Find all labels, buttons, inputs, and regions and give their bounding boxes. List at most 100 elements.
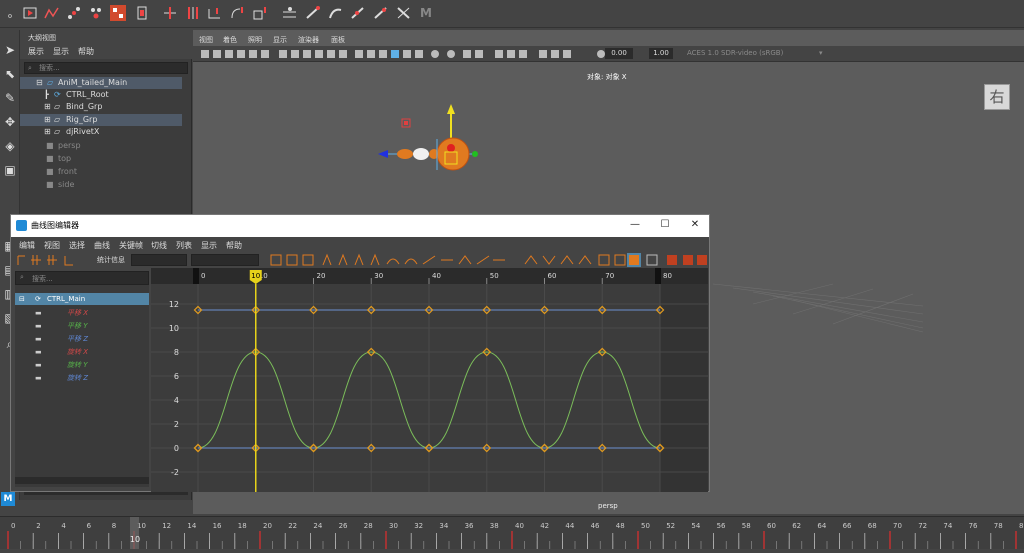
outliner-menu-help[interactable]: 帮助 <box>78 46 94 57</box>
timeline-tick-label: 20 <box>263 522 272 530</box>
y-tick-label: 10 <box>169 324 179 333</box>
ge-menu-view[interactable]: 视图 <box>44 240 60 251</box>
expand-icon[interactable]: ⊟ <box>36 77 43 89</box>
graph-editor-title: 曲线图编辑器 <box>31 221 79 230</box>
outliner-item-label: top <box>58 154 72 163</box>
ge-channel-item[interactable]: ▬ 旋转 X <box>15 346 149 358</box>
expand-icon[interactable]: ⊞ <box>44 114 51 126</box>
outliner-menu-show[interactable]: 展示 <box>28 46 44 57</box>
shelf-toolbar: ⚬ M <box>0 0 1024 28</box>
ge-menu-list[interactable]: 列表 <box>176 240 192 251</box>
outliner-item[interactable]: ■ front <box>20 166 182 178</box>
motion-trail-icon[interactable] <box>44 5 60 21</box>
grid-keys-icon[interactable] <box>110 5 126 21</box>
ge-menu-show[interactable]: 显示 <box>201 240 217 251</box>
wrench-icon[interactable] <box>396 5 412 21</box>
playblast-icon[interactable] <box>22 5 38 21</box>
rivet-icon[interactable] <box>328 5 344 21</box>
maximize-icon[interactable]: ☐ <box>657 219 673 230</box>
ge-menu-tangents[interactable]: 切线 <box>151 240 167 251</box>
ge-channel-label: 平移 X <box>67 309 89 317</box>
ge-channel-item[interactable]: ▬ 平移 Z <box>15 333 149 345</box>
insert-key-icon[interactable] <box>185 5 201 21</box>
outliner-item-label: djRivetX <box>66 127 100 136</box>
dynamics-icon[interactable] <box>373 5 389 21</box>
paint-select-icon[interactable]: ✎ <box>2 90 18 106</box>
range-marker[interactable] <box>655 268 661 284</box>
outliner-item[interactable]: ┣ ⟳ CTRL_Root <box>20 89 182 101</box>
viewcube[interactable]: 右 <box>984 84 1010 110</box>
outliner-search-input[interactable]: 搜索... <box>24 62 188 74</box>
graph-editor-titlebar[interactable]: 曲线图编辑器 — ☐ ✕ <box>11 215 709 237</box>
timeline-tick-label: 14 <box>187 522 196 530</box>
ge-menu-curves[interactable]: 曲线 <box>94 240 110 251</box>
expand-icon[interactable]: ⊞ <box>44 126 51 138</box>
ge-menu-select[interactable]: 选择 <box>69 240 85 251</box>
collapse-icon[interactable]: ⊟ <box>19 293 25 305</box>
timeline-tick-label: 0 <box>11 522 15 530</box>
bake-icon[interactable] <box>134 5 150 21</box>
tree-line-icon: ┣ <box>44 90 49 99</box>
outliner-item[interactable]: ⊞ ▱ djRivetX <box>20 126 182 138</box>
graph-canvas[interactable]: 121086420-20 10 20 30 40 50 60 70 8010 <box>151 268 708 492</box>
ghost-icon[interactable] <box>88 5 104 21</box>
mash-logo-icon[interactable]: M <box>418 5 434 21</box>
outliner-item[interactable]: ■ top <box>20 153 182 165</box>
timeline-tick-label: 24 <box>313 522 322 530</box>
timeline-current-frame: 10 <box>130 535 140 544</box>
ge-channel-item[interactable]: ▬ 旋转 Z <box>15 372 149 384</box>
timeline-playhead[interactable] <box>130 517 139 549</box>
ge-key-tools-icons[interactable] <box>15 252 95 268</box>
outliner-menu-display[interactable]: 显示 <box>53 46 69 57</box>
timeline-tick-label: 80 <box>1019 522 1024 530</box>
outliner-item[interactable]: ■ side <box>20 179 182 191</box>
group-icon: ▱ <box>54 127 61 136</box>
outliner-tab[interactable]: 大纲视图 <box>28 33 56 43</box>
time-slider-canvas[interactable]: 0 2 4 6 8 10 12 14 16 18 20 22 24 26 28 30 32 34 36 38 40 42 4… <box>0 517 1024 549</box>
outliner-item[interactable]: ⊟ ▱ AniM_tailed_Main <box>20 77 182 89</box>
move-tool-icon[interactable]: ✥ <box>2 114 18 130</box>
ge-search-input[interactable]: ⌕ 搜索... <box>15 271 149 285</box>
close-icon[interactable]: ✕ <box>687 219 703 230</box>
ge-menu-help[interactable]: 帮助 <box>226 240 242 251</box>
outliner-item[interactable]: ⊞ ▱ Rig_Grp <box>20 114 182 126</box>
ge-outliner-scrollbar[interactable] <box>15 477 149 484</box>
snap-points-icon[interactable] <box>66 5 82 21</box>
expand-icon[interactable]: ⊞ <box>44 101 51 113</box>
ge-channel-item[interactable]: ▬ 平移 Y <box>15 320 149 332</box>
ge-channel-item[interactable]: ▬ 平移 X <box>15 307 149 319</box>
graph-area[interactable]: 12 10 8 6 4 2 0 -2 0 10 20 30 40 50 60 70 80 10 <box>151 268 708 492</box>
ge-channel-label: 平移 Y <box>67 322 88 330</box>
outliner-menubar: 展示 显示 帮助 <box>20 44 192 59</box>
ge-channel-item[interactable]: ▬ 旋转 Y <box>15 359 149 371</box>
range-marker[interactable] <box>193 268 199 284</box>
timeline-tick-label: 70 <box>893 522 902 530</box>
ik-handle-icon[interactable] <box>282 5 298 21</box>
timeline-tick-label: 34 <box>439 522 448 530</box>
camera-icon: ■ <box>46 154 54 163</box>
ge-menu-edit[interactable]: 编辑 <box>19 240 35 251</box>
link-icon[interactable] <box>350 5 366 21</box>
parent-constraint-icon[interactable] <box>230 5 246 21</box>
select-tool-icon[interactable]: ➤ <box>2 42 18 58</box>
time-slider[interactable]: 0 2 4 6 8 10 12 14 16 18 20 22 24 26 28 30 32 34 36 38 40 42 4… <box>0 516 1024 549</box>
ge-curve-tools-icons[interactable] <box>267 252 707 268</box>
cluster-icon[interactable] <box>305 5 321 21</box>
shelf-tab-icon[interactable]: ⚬ <box>2 9 18 25</box>
add-joint-icon[interactable] <box>162 5 178 21</box>
aim-constraint-icon[interactable] <box>253 5 269 21</box>
outliner-item[interactable]: ⊞ ▱ Bind_Grp <box>20 101 182 113</box>
stats-field-value[interactable] <box>191 254 259 266</box>
ge-root-item[interactable]: ⊟ ⟳ CTRL_Main <box>15 293 149 305</box>
lasso-tool-icon[interactable]: ⬉ <box>2 66 18 82</box>
timeline-tick-label: 40 <box>515 522 524 530</box>
rotate-tool-icon[interactable]: ◈ <box>2 138 18 154</box>
outliner-item[interactable]: ■ persp <box>20 140 182 152</box>
graph-editor-window[interactable]: 曲线图编辑器 — ☐ ✕ 编辑 视图 选择 曲线 关键帧 切线 列表 显示 帮助… <box>10 214 710 492</box>
ge-menu-keys[interactable]: 关键帧 <box>119 240 143 251</box>
minimize-icon[interactable]: — <box>627 219 643 230</box>
scale-tool-icon[interactable]: ▣ <box>2 162 18 178</box>
y-tick-label: 2 <box>174 420 179 429</box>
stats-field-time[interactable] <box>131 254 187 266</box>
constraint-icon[interactable] <box>207 5 223 21</box>
